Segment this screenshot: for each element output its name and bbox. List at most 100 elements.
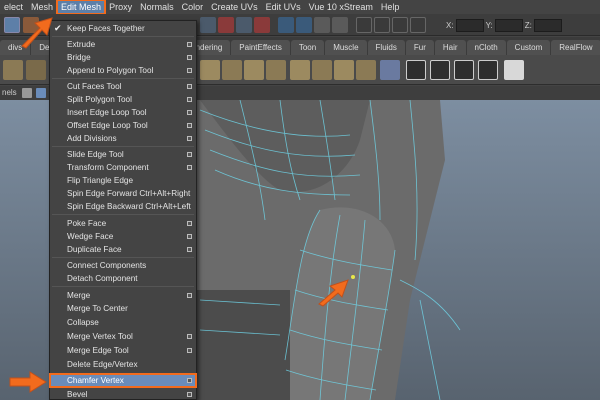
y-input[interactable] (494, 18, 523, 32)
snap-curve-icon[interactable] (218, 17, 234, 33)
shelf-split-icon[interactable] (266, 60, 286, 80)
menu-item-split-polygon[interactable]: Split Polygon Tool (50, 93, 196, 106)
ipr-render-icon[interactable] (314, 17, 330, 33)
menu-item-label: Spin Edge Forward Ctrl+Alt+Right (67, 189, 191, 198)
option-box-icon[interactable] (187, 84, 192, 89)
menu-help[interactable]: Help (377, 0, 404, 14)
menu-normals[interactable]: Normals (136, 0, 178, 14)
shelf-checker-icon-1[interactable] (406, 60, 426, 80)
menu-mesh[interactable]: Mesh (27, 0, 57, 14)
option-box-icon[interactable] (187, 136, 192, 141)
option-box-icon[interactable] (187, 392, 192, 397)
tab-custom[interactable]: Custom (506, 40, 551, 55)
menu-item-merge-to-center[interactable]: Merge To Center (50, 302, 196, 315)
menu-edit-uvs[interactable]: Edit UVs (262, 0, 305, 14)
render-icon[interactable] (296, 17, 312, 33)
menu-edit-mesh[interactable]: Edit Mesh (56, 0, 107, 15)
grid-toggle-icon[interactable] (410, 17, 426, 33)
wireframe-icon[interactable] (22, 88, 32, 98)
option-box-icon[interactable] (187, 97, 192, 102)
camera-icon[interactable] (374, 17, 390, 33)
menu-vue-xstream[interactable]: Vue 10 xStream (305, 0, 377, 14)
menu-item-detach-component[interactable]: Detach Component (50, 272, 196, 285)
shelf-extrude-icon[interactable] (200, 60, 220, 80)
option-box-icon[interactable] (187, 348, 192, 353)
option-box-icon[interactable] (187, 165, 192, 170)
menu-item-insert-edge-loop[interactable]: Insert Edge Loop Tool (50, 106, 196, 119)
menu-item-collapse[interactable]: Collapse (50, 316, 196, 329)
menu-item-transform-component[interactable]: Transform Component (50, 161, 196, 174)
menu-item-offset-edge-loop[interactable]: Offset Edge Loop Tool (50, 119, 196, 132)
menu-color[interactable]: Color (178, 0, 208, 14)
option-box-icon[interactable] (187, 152, 192, 157)
option-box-icon[interactable] (187, 110, 192, 115)
option-box-icon[interactable] (187, 247, 192, 252)
menu-item-duplicate-face[interactable]: Duplicate Face (50, 243, 196, 256)
shaded-icon[interactable] (36, 88, 46, 98)
shelf-bridge-icon[interactable] (26, 60, 46, 80)
snap-grid-icon[interactable] (200, 17, 216, 33)
option-box-icon[interactable] (187, 42, 192, 47)
tab-muscle[interactable]: Muscle (325, 40, 367, 55)
lock-icon[interactable] (392, 17, 408, 33)
x-input[interactable] (455, 18, 484, 32)
input-line-icon[interactable] (356, 17, 372, 33)
shelf-checker-icon-2[interactable] (430, 60, 450, 80)
option-box-icon[interactable] (187, 378, 192, 383)
option-box-icon[interactable] (187, 334, 192, 339)
menu-item-merge-vertex-tool[interactable]: Merge Vertex Tool (50, 330, 196, 343)
render-settings-icon[interactable] (332, 17, 348, 33)
menu-item-add-divisions[interactable]: Add Divisions (50, 132, 196, 145)
option-box-icon[interactable] (187, 68, 192, 73)
option-box-icon[interactable] (187, 234, 192, 239)
menu-item-append-polygon[interactable]: Append to Polygon Tool (50, 64, 196, 77)
shelf-sculpt-icon[interactable] (380, 60, 400, 80)
menu-select[interactable]: elect (0, 0, 27, 14)
menu-item-label: Merge (67, 291, 91, 300)
menu-item-bridge[interactable]: Bridge (50, 51, 196, 64)
menu-item-spin-edge-forward[interactable]: Spin Edge Forward Ctrl+Alt+Right (50, 187, 196, 200)
menu-item-chamfer-vertex[interactable]: Chamfer Vertex (49, 373, 197, 388)
tab-fur[interactable]: Fur (405, 40, 434, 55)
option-box-icon[interactable] (187, 221, 192, 226)
menu-item-slide-edge[interactable]: Slide Edge Tool (50, 148, 196, 161)
snap-point-icon[interactable] (236, 17, 252, 33)
menu-item-extrude[interactable]: Extrude (50, 38, 196, 51)
menu-item-flip-triangle-edge[interactable]: Flip Triangle Edge (50, 174, 196, 187)
option-box-icon[interactable] (187, 293, 192, 298)
menu-item-merge[interactable]: Merge (50, 289, 196, 302)
shelf-checker-icon-4[interactable] (478, 60, 498, 80)
shelf-uv-icon[interactable] (504, 60, 524, 80)
menu-proxy[interactable]: Proxy (105, 0, 136, 14)
tab-realflow[interactable]: RealFlow (551, 40, 600, 55)
menu-item-connect-components[interactable]: Connect Components (50, 259, 196, 272)
tab-fluids[interactable]: Fluids (367, 40, 405, 55)
shelf-append-icon[interactable] (244, 60, 264, 80)
menu-item-spin-edge-backward[interactable]: Spin Edge Backward Ctrl+Alt+Left (50, 200, 196, 213)
shelf-merge-icon[interactable] (222, 60, 242, 80)
menu-item-wedge-face[interactable]: Wedge Face (50, 230, 196, 243)
tab-toon[interactable]: Toon (290, 40, 325, 55)
shelf-combine-icon[interactable] (290, 60, 310, 80)
shelf-plane-icon[interactable] (356, 60, 376, 80)
menu-item-cut-faces[interactable]: Cut Faces Tool (50, 80, 196, 93)
menu-item-keep-faces-together[interactable]: ✔ Keep Faces Together (50, 22, 196, 35)
menu-item-delete-edge-vertex[interactable]: Delete Edge/Vertex (50, 358, 196, 371)
shelf-separate-icon[interactable] (312, 60, 332, 80)
menu-create-uvs[interactable]: Create UVs (207, 0, 262, 14)
panels-menu[interactable]: nels (2, 88, 17, 97)
shelf-checker-icon-3[interactable] (454, 60, 474, 80)
tab-painteffects[interactable]: PaintEffects (231, 40, 290, 55)
option-box-icon[interactable] (187, 55, 192, 60)
z-input[interactable] (533, 18, 562, 32)
menu-item-merge-edge-tool[interactable]: Merge Edge Tool (50, 344, 196, 357)
tab-ncloth[interactable]: nCloth (466, 40, 506, 55)
shelf-smooth-icon[interactable] (334, 60, 354, 80)
option-box-icon[interactable] (187, 123, 192, 128)
history-icon[interactable] (278, 17, 294, 33)
snap-plane-icon[interactable] (254, 17, 270, 33)
menu-item-poke-face[interactable]: Poke Face (50, 217, 196, 230)
menu-item-bevel[interactable]: Bevel (50, 388, 196, 400)
tab-hair[interactable]: Hair (434, 40, 466, 55)
shelf-cube-icon[interactable] (3, 60, 23, 80)
